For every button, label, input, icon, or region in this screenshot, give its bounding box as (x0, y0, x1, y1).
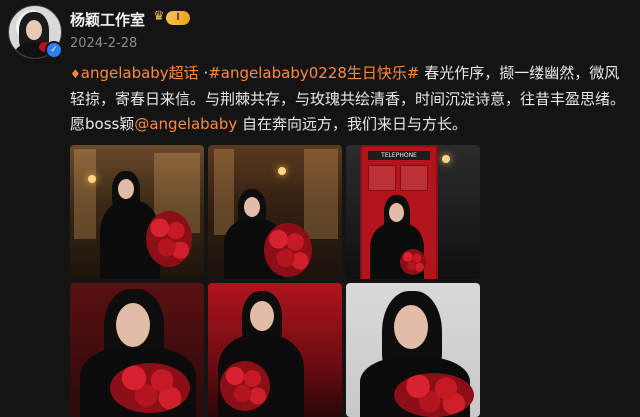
supertopic-link[interactable]: angelababy超话 (81, 64, 199, 82)
photo-4[interactable] (70, 283, 204, 417)
post-body-end: 自在奔向远方，我们来日与方长。 (237, 115, 468, 133)
avatar-face (26, 20, 42, 40)
building-facade (74, 149, 96, 239)
street-lamp (278, 167, 286, 175)
rose-bouquet (110, 363, 190, 413)
photo-6[interactable] (346, 283, 480, 417)
building-facade (304, 149, 338, 239)
photo-3[interactable]: TELEPHONE (346, 145, 480, 279)
photo-5[interactable] (208, 283, 342, 417)
rose-bouquet (264, 223, 312, 277)
author-name[interactable]: 杨颖工作室 (70, 9, 145, 30)
rose-bouquet (220, 361, 270, 411)
street-lamp (442, 155, 450, 163)
diamond-icon: ♦ (70, 67, 81, 81)
level-badge[interactable]: I (166, 11, 190, 25)
mention-link[interactable]: @angelababy (134, 115, 237, 133)
post-date[interactable]: 2024-2-28 (70, 36, 137, 51)
rose-bouquet (394, 373, 474, 417)
post-text: ♦angelababy超话 ·#angelababy0228生日快乐# 春光作序… (70, 64, 626, 133)
verified-check-icon: ✓ (45, 41, 63, 59)
hashtag-link[interactable]: #angelababy0228生日快乐# (208, 64, 419, 82)
street-lamp (88, 175, 96, 183)
rose-bouquet (400, 249, 426, 275)
photo-1[interactable] (70, 145, 204, 279)
rose-bouquet (146, 211, 192, 267)
telephone-sign: TELEPHONE (368, 151, 430, 160)
photo-2[interactable] (208, 145, 342, 279)
